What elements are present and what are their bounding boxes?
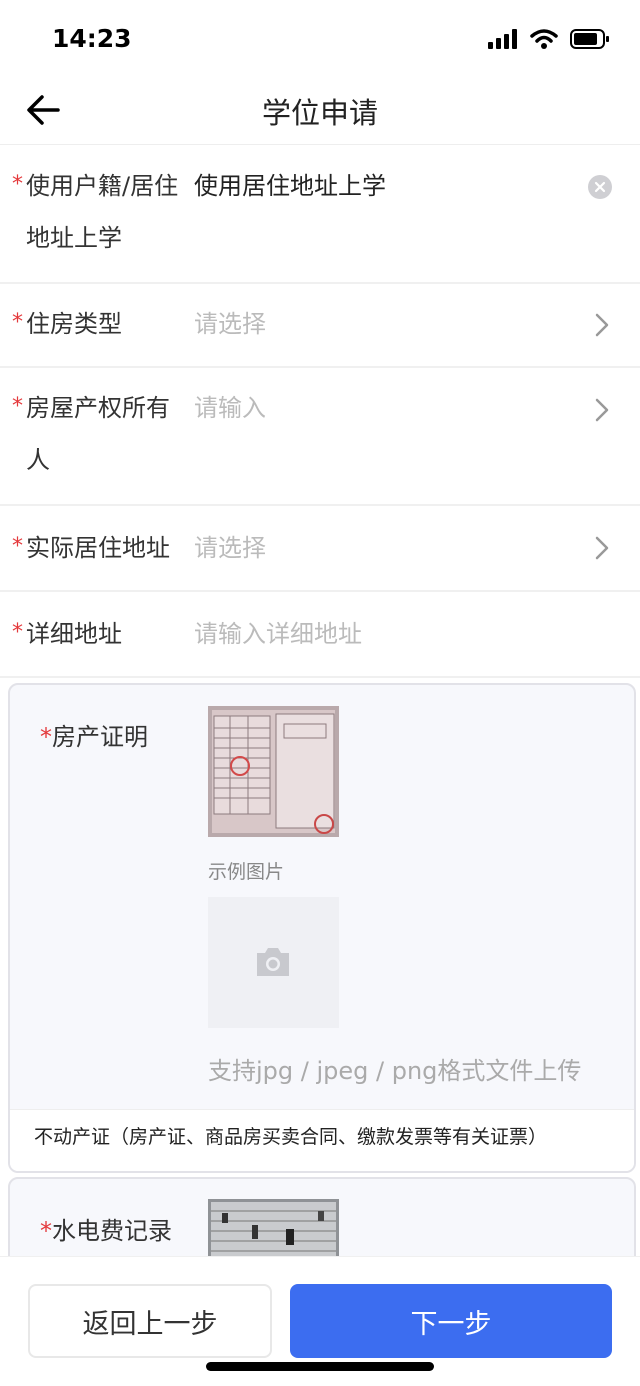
detail-address-row[interactable]: * 详细地址 请输入详细地址 — [0, 592, 640, 678]
page-title: 学位申请 — [261, 96, 378, 130]
home-indicator[interactable] — [206, 1362, 434, 1371]
property-proof-note: 不动产证（房产证、商品房买卖合同、缴款发票等有关证票） — [10, 1109, 634, 1171]
property-proof-card: *房产证明 示例图片 支持jpg / jpeg / png格式文件上传 不动产证… — [8, 683, 636, 1173]
property-proof-label: *房产证明 — [40, 723, 148, 751]
owner-input[interactable]: 请输入 — [194, 382, 266, 434]
housing-type-row[interactable]: * 住房类型 请选择 — [0, 284, 640, 368]
residence-label: 使用户籍/居住地址上学 — [26, 172, 179, 252]
required-marker: * — [12, 310, 23, 335]
owner-row[interactable]: * 房屋产权所有人 请输入 — [0, 368, 640, 506]
required-marker: * — [12, 620, 23, 645]
camera-icon — [257, 948, 289, 976]
next-step-button[interactable]: 下一步 — [290, 1284, 612, 1358]
required-marker: * — [12, 534, 23, 559]
sample-property-certificate-image[interactable] — [208, 706, 339, 837]
chevron-right-icon — [595, 536, 609, 560]
status-icons — [488, 28, 610, 50]
actual-address-select[interactable]: 请选择 — [194, 522, 266, 574]
clear-icon[interactable] — [588, 175, 612, 199]
upload-hint: 支持jpg / jpeg / png格式文件上传 — [208, 1057, 582, 1085]
chevron-right-icon — [595, 313, 609, 337]
residence-value: 使用居住地址上学 — [194, 172, 386, 200]
cellular-signal-icon — [488, 29, 517, 49]
nav-header: 学位申请 — [0, 80, 640, 145]
actual-address-label: 实际居住地址 — [26, 534, 170, 562]
detail-address-label: 详细地址 — [26, 620, 122, 648]
actual-address-row[interactable]: * 实际居住地址 请选择 — [0, 506, 640, 592]
battery-icon — [570, 29, 609, 49]
sample-caption: 示例图片 — [208, 861, 285, 883]
upload-photo-button[interactable] — [208, 897, 339, 1028]
housing-type-select[interactable]: 请选择 — [194, 298, 266, 350]
detail-address-input[interactable]: 请输入详细地址 — [194, 608, 362, 660]
wifi-icon — [530, 29, 558, 49]
required-marker: * — [12, 172, 23, 197]
utility-bill-label: *水电费记录 — [40, 1217, 172, 1245]
status-time: 14:23 — [52, 24, 132, 53]
owner-label: 房屋产权所有人 — [26, 394, 170, 474]
chevron-right-icon — [595, 398, 609, 422]
residence-row[interactable]: * 使用户籍/居住地址上学 使用居住地址上学 — [0, 146, 640, 284]
status-bar: 14:23 — [0, 0, 640, 80]
housing-type-label: 住房类型 — [26, 310, 122, 338]
required-marker: * — [12, 394, 23, 419]
previous-step-button[interactable]: 返回上一步 — [28, 1284, 272, 1358]
